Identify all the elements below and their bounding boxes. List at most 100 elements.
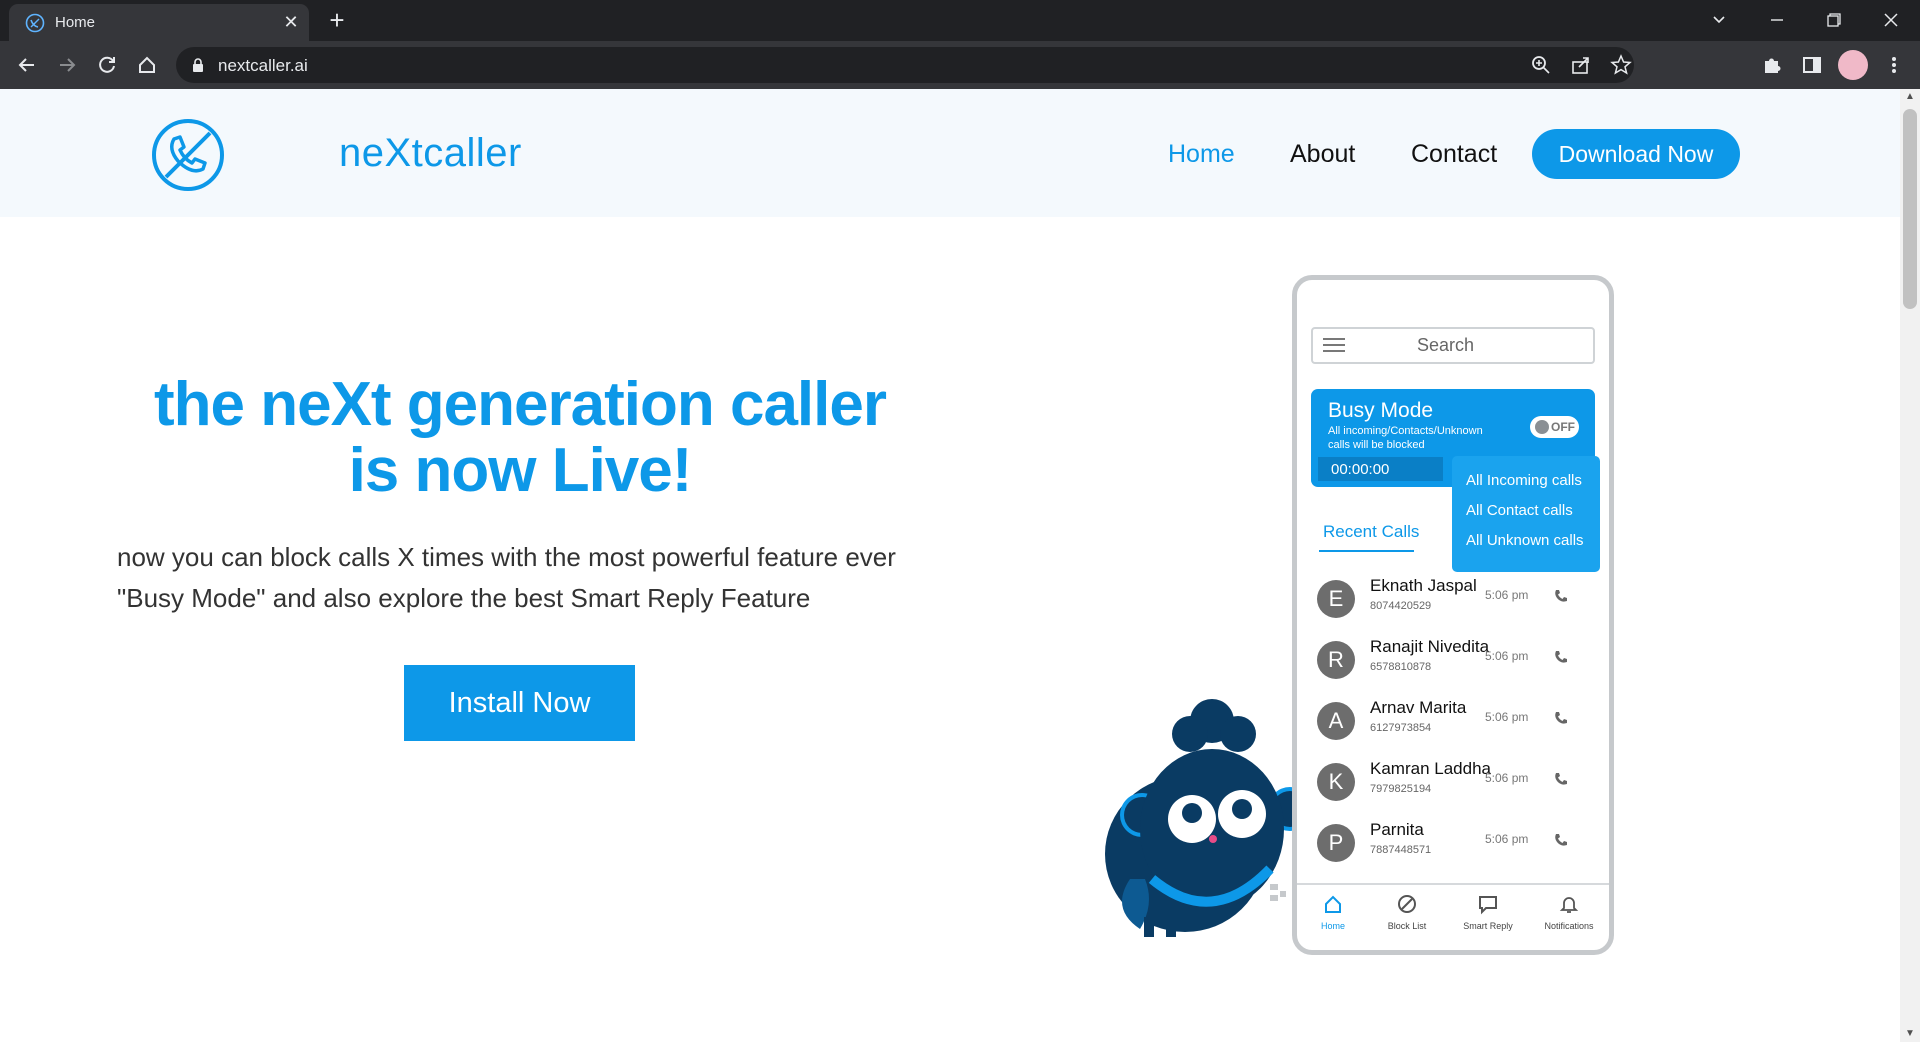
scroll-down-icon[interactable]: ▼ [1900, 1026, 1920, 1042]
download-now-button[interactable]: Download Now [1532, 129, 1740, 179]
phone-call-icon[interactable] [1553, 649, 1569, 665]
headline-line-1: the neXt generation caller [154, 370, 887, 439]
close-tab-icon[interactable]: ✕ [281, 12, 301, 32]
scroll-thumb[interactable] [1903, 109, 1917, 309]
new-tab-icon[interactable]: + [324, 7, 350, 34]
call-row[interactable]: E Eknath Jaspal 8074420529 5:06 pm [1297, 576, 1609, 637]
tab-search-icon[interactable] [1704, 6, 1734, 34]
web-page: neXtcaller Home About Contact Download N… [0, 89, 1920, 1042]
nextcaller-logo-icon[interactable] [150, 117, 226, 193]
phone-search-placeholder: Search [1417, 335, 1475, 355]
hamburger-menu-icon[interactable] [1323, 338, 1345, 352]
more-menu-icon[interactable] [1880, 51, 1908, 79]
chat-bubble-icon [1479, 896, 1497, 915]
contact-name: Ranajit Nivedita [1370, 637, 1490, 656]
contact-number: 8074420529 [1370, 600, 1432, 612]
contact-name: Arnav Marita [1370, 698, 1467, 717]
dropdown-item[interactable]: All Incoming calls [1466, 472, 1582, 489]
side-panel-icon[interactable] [1798, 51, 1826, 79]
busy-mode-timer: 00:00:00 [1318, 457, 1443, 481]
close-window-icon[interactable] [1876, 6, 1906, 34]
bell-icon [1559, 897, 1579, 913]
page-scrollbar[interactable]: ▲ ▼ [1900, 89, 1920, 1042]
home-icon[interactable] [133, 51, 161, 79]
reload-icon[interactable] [93, 51, 121, 79]
address-bar[interactable]: nextcaller.ai [176, 47, 1634, 83]
nav-home[interactable]: Home [1168, 140, 1235, 169]
phone-nav-notifications[interactable]: Notifications [1533, 893, 1605, 943]
extensions-puzzle-icon[interactable] [1758, 51, 1786, 79]
phone-nav-label: Notifications [1544, 921, 1594, 931]
phone-call-icon[interactable] [1553, 832, 1569, 848]
busy-mode-title: Busy Mode [1328, 399, 1434, 422]
scroll-up-icon[interactable]: ▲ [1900, 89, 1920, 105]
contact-avatar: K [1317, 763, 1355, 801]
minimize-icon[interactable] [1762, 6, 1792, 34]
call-time: 5:06 pm [1485, 588, 1529, 602]
hero-headline: the neXt generation caller is now Live! [100, 372, 940, 504]
bookmark-star-icon[interactable] [1610, 54, 1632, 76]
call-row[interactable]: A Arnav Marita 6127973854 5:06 pm [1297, 698, 1609, 759]
profile-avatar[interactable] [1838, 50, 1868, 80]
call-time: 5:06 pm [1485, 832, 1529, 846]
contact-number: 7887448571 [1370, 844, 1432, 856]
call-time: 5:06 pm [1485, 649, 1529, 663]
contact-avatar: E [1317, 580, 1355, 618]
back-arrow-icon[interactable] [13, 51, 41, 79]
phone-nav-label: Home [1320, 921, 1345, 931]
zoom-icon[interactable] [1530, 54, 1552, 76]
call-row[interactable]: P Parnita 7887448571 5:06 pm [1297, 820, 1609, 881]
busy-mode-toggle[interactable]: OFF [1530, 416, 1579, 438]
phone-nav-block-list[interactable]: Block List [1371, 893, 1443, 943]
toggle-label: OFF [1551, 420, 1575, 434]
phone-nav-divider [1297, 883, 1609, 885]
site-favicon-icon [25, 13, 45, 33]
call-time: 5:06 pm [1485, 710, 1529, 724]
hero-subtext: now you can block calls X times with the… [117, 537, 937, 619]
contact-name: Parnita [1370, 820, 1424, 839]
contact-avatar: R [1317, 641, 1355, 679]
headline-line-2: is now Live! [348, 436, 693, 505]
install-now-button[interactable]: Install Now [404, 665, 635, 741]
busy-mode-description: All incoming/Contacts/Unknown calls will… [1328, 425, 1483, 451]
home-icon [1325, 895, 1341, 913]
phone-nav-smart-reply[interactable]: Smart Reply [1452, 893, 1524, 943]
call-row[interactable]: K Kamran Laddha 7979825194 5:06 pm [1297, 759, 1609, 820]
nav-contact[interactable]: Contact [1411, 140, 1497, 169]
contact-name: Eknath Jaspal [1370, 576, 1477, 595]
call-row[interactable]: R Ranajit Nivedita 6578810878 5:06 pm [1297, 637, 1609, 698]
browser-tab-strip: Home ✕ + [0, 0, 1920, 41]
contact-number: 6578810878 [1370, 661, 1432, 673]
recent-calls-tab[interactable]: Recent Calls [1323, 522, 1419, 542]
busy-mode-options-dropdown: All Incoming calls All Contact calls All… [1452, 456, 1600, 572]
phone-mockup: Search Busy Mode All incoming/Contacts/U… [1292, 275, 1614, 955]
phone-search-bar[interactable]: Search [1311, 327, 1595, 364]
brand-name[interactable]: neXtcaller [339, 131, 522, 176]
phone-nav-label: Block List [1387, 921, 1427, 931]
lock-icon [193, 58, 203, 72]
contact-avatar: P [1317, 824, 1355, 862]
tab-title: Home [55, 14, 96, 31]
phone-nav-label: Smart Reply [1463, 921, 1513, 931]
toggle-knob [1535, 420, 1549, 434]
forward-arrow-icon[interactable] [53, 51, 81, 79]
site-header: neXtcaller Home About Contact Download N… [0, 89, 1900, 217]
dropdown-item[interactable]: All Unknown calls [1466, 532, 1584, 549]
subtext-line-1: now you can block calls X times with the… [117, 542, 896, 572]
contact-name: Kamran Laddha [1370, 759, 1491, 778]
phone-nav-home[interactable]: Home [1297, 893, 1369, 943]
dropdown-item[interactable]: All Contact calls [1466, 502, 1573, 519]
phone-call-icon[interactable] [1553, 771, 1569, 787]
share-icon[interactable] [1570, 54, 1592, 76]
browser-tab[interactable]: Home ✕ [9, 4, 309, 41]
nav-about[interactable]: About [1290, 140, 1355, 169]
timer-text: 00:00:00 [1331, 461, 1390, 478]
call-time: 5:06 pm [1485, 771, 1529, 785]
recent-calls-underline [1319, 550, 1414, 552]
restore-icon[interactable] [1818, 6, 1848, 34]
phone-call-icon[interactable] [1553, 710, 1569, 726]
subtext-line-2: "Busy Mode" and also explore the best Sm… [117, 583, 811, 613]
contact-number: 6127973854 [1370, 722, 1432, 734]
url-text: nextcaller.ai [218, 56, 308, 75]
phone-call-icon[interactable] [1553, 588, 1569, 604]
